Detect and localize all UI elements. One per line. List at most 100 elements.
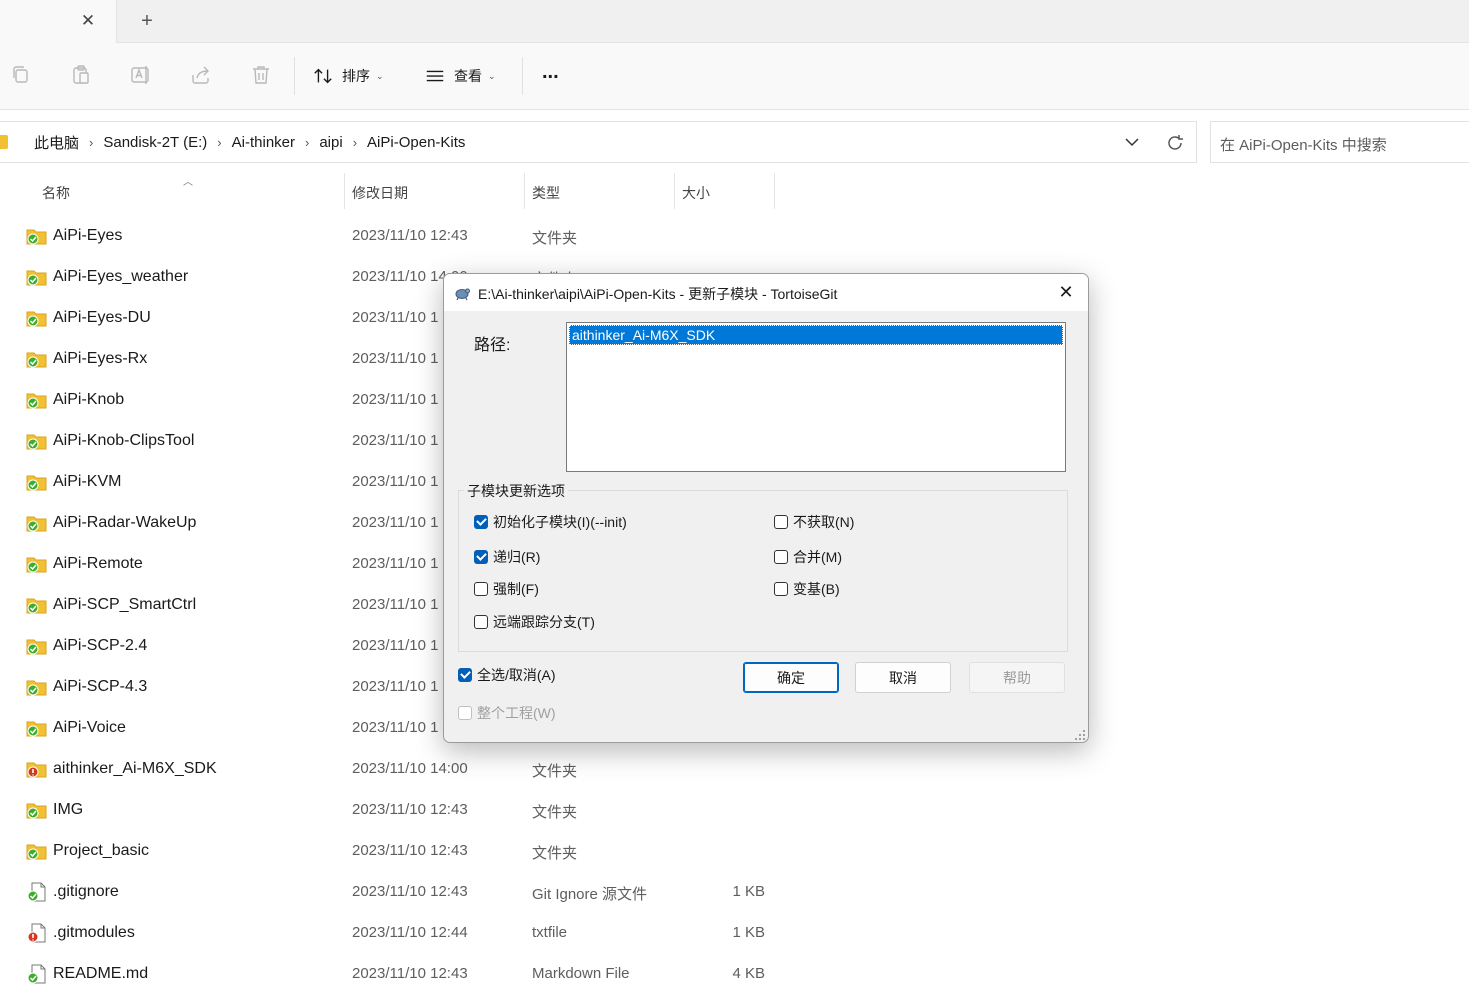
delete-icon[interactable] xyxy=(249,63,273,87)
file-row[interactable]: README.md 2023/11/10 12:43 Markdown File 4 … xyxy=(0,954,800,995)
chevron-down-icon: ⌄ xyxy=(488,70,496,81)
path-listbox[interactable]: aithinker_Ai-M6X_SDK xyxy=(566,322,1066,472)
folder-ok-icon xyxy=(26,308,48,328)
checkbox-box[interactable] xyxy=(458,706,472,720)
address-history-dropdown-icon[interactable] xyxy=(1122,132,1142,152)
whole-project-checkbox[interactable]: 整个工程(W) xyxy=(458,703,556,723)
chevron-right-icon[interactable]: › xyxy=(83,135,99,150)
more-options-button[interactable]: ... xyxy=(542,55,559,89)
file-name[interactable]: AiPi-Remote xyxy=(53,555,143,573)
sort-button[interactable]: 排序 ⌄ xyxy=(312,59,384,93)
file-name[interactable]: AiPi-Eyes_weather xyxy=(53,268,188,286)
checkbox-box[interactable] xyxy=(774,550,788,564)
checkbox-box[interactable] xyxy=(474,615,488,629)
column-divider[interactable] xyxy=(344,173,345,209)
column-divider[interactable] xyxy=(524,173,525,209)
file-name[interactable]: AiPi-Eyes-DU xyxy=(53,309,151,327)
close-tab-icon[interactable]: ✕ xyxy=(78,11,98,31)
sort-label: 排序 xyxy=(342,68,370,84)
column-divider[interactable] xyxy=(774,173,775,209)
file-name[interactable]: AiPi-Knob xyxy=(53,391,124,409)
file-date: 2023/11/10 1 xyxy=(352,309,439,326)
checkbox-box[interactable] xyxy=(474,582,488,596)
checkbox-box[interactable] xyxy=(474,515,488,529)
options-group-title: 子模块更新选项 xyxy=(464,481,568,501)
file-name[interactable]: AiPi-SCP_SmartCtrl xyxy=(53,596,196,614)
chevron-right-icon[interactable]: › xyxy=(299,135,315,150)
cancel-button[interactable]: 取消 xyxy=(855,662,951,693)
chevron-right-icon[interactable]: › xyxy=(347,135,363,150)
new-tab-icon[interactable]: + xyxy=(137,11,157,31)
close-icon[interactable]: ✕ xyxy=(1056,282,1076,302)
file-name[interactable]: aithinker_Ai-M6X_SDK xyxy=(53,760,217,778)
file-name[interactable]: AiPi-KVM xyxy=(53,473,121,491)
column-size[interactable]: 大小 xyxy=(682,183,710,203)
file-name[interactable]: README.md xyxy=(53,965,148,983)
checkbox-box[interactable] xyxy=(474,550,488,564)
column-name[interactable]: 名称 xyxy=(42,183,70,203)
ok-button[interactable]: 确定 xyxy=(743,662,839,693)
resize-grip-icon[interactable] xyxy=(1074,728,1086,740)
dialog-titlebar[interactable]: E:\Ai-thinker\aipi\AiPi-Open-Kits - 更新子模… xyxy=(444,274,1088,311)
column-type[interactable]: 类型 xyxy=(532,183,560,203)
view-button[interactable]: 查看 ⌄ xyxy=(424,59,496,93)
checkbox-box[interactable] xyxy=(774,515,788,529)
file-date: 2023/11/10 1 xyxy=(352,514,439,531)
active-tab[interactable]: ✕ xyxy=(0,0,117,43)
column-divider[interactable] xyxy=(674,173,675,209)
breadcrumb-item[interactable]: Sandisk-2T (E:) xyxy=(99,134,211,151)
file-row[interactable]: AiPi-Eyes 2023/11/10 12:43 文件夹 xyxy=(0,216,800,257)
share-icon[interactable] xyxy=(189,63,213,87)
file-row[interactable]: .gitmodules 2023/11/10 12:44 txtfile 1 KB xyxy=(0,913,800,954)
checkbox-box[interactable] xyxy=(458,668,472,682)
file-name[interactable]: IMG xyxy=(53,801,83,819)
file-row[interactable]: Project_basic 2023/11/10 12:43 文件夹 xyxy=(0,831,800,872)
file-name[interactable]: AiPi-SCP-2.4 xyxy=(53,637,147,655)
file-date: 2023/11/10 1 xyxy=(352,350,439,367)
command-bar: 排序 ⌄ 查看 ⌄ ... xyxy=(0,43,1469,110)
file-name[interactable]: AiPi-Knob-ClipsTool xyxy=(53,432,194,450)
refresh-icon[interactable] xyxy=(1164,132,1186,154)
column-date[interactable]: 修改日期 xyxy=(352,183,408,203)
breadcrumb-item[interactable]: AiPi-Open-Kits xyxy=(363,134,469,151)
copy-icon[interactable] xyxy=(9,63,33,87)
file-row[interactable]: aithinker_Ai-M6X_SDK 2023/11/10 14:00 文件夹 xyxy=(0,749,800,790)
file-name[interactable]: .gitmodules xyxy=(53,924,135,942)
file-row[interactable]: IMG 2023/11/10 12:43 文件夹 xyxy=(0,790,800,831)
file-name[interactable]: AiPi-Voice xyxy=(53,719,126,737)
address-bar[interactable]: 此电脑 › Sandisk-2T (E:) › Ai-thinker › aip… xyxy=(0,121,1197,163)
rebase-checkbox[interactable]: 变基(B) xyxy=(774,579,840,599)
file-name[interactable]: AiPi-Eyes xyxy=(53,227,122,245)
paste-icon[interactable] xyxy=(69,63,93,87)
init-checkbox[interactable]: 初始化子模块(I)(--init) xyxy=(474,512,627,532)
file-row[interactable]: .gitignore 2023/11/10 12:43 Git Ignore 源文件… xyxy=(0,872,800,913)
file-date: 2023/11/10 1 xyxy=(352,719,439,736)
chevron-down-icon: ⌄ xyxy=(376,70,384,81)
merge-checkbox[interactable]: 合并(M) xyxy=(774,547,842,567)
folder-ok-icon xyxy=(26,554,48,574)
search-input[interactable]: 在 AiPi-Open-Kits 中搜索 xyxy=(1210,121,1469,163)
path-list-item[interactable]: aithinker_Ai-M6X_SDK xyxy=(569,325,1063,345)
rename-icon[interactable] xyxy=(129,63,153,87)
remote-branch-checkbox[interactable]: 远端跟踪分支(T) xyxy=(474,612,595,632)
help-button[interactable]: 帮助 xyxy=(969,662,1065,693)
select-all-checkbox[interactable]: 全选/取消(A) xyxy=(458,665,556,685)
file-date: 2023/11/10 12:43 xyxy=(352,227,468,244)
checkbox-box[interactable] xyxy=(774,582,788,596)
file-name[interactable]: AiPi-Eyes-Rx xyxy=(53,350,147,368)
force-checkbox[interactable]: 强制(F) xyxy=(474,579,539,599)
nofetch-checkbox[interactable]: 不获取(N) xyxy=(774,512,854,532)
file-name[interactable]: Project_basic xyxy=(53,842,149,860)
recursive-checkbox[interactable]: 递归(R) xyxy=(474,547,540,567)
folder-ok-icon xyxy=(26,677,48,697)
file-name[interactable]: AiPi-SCP-4.3 xyxy=(53,678,147,696)
search-placeholder: 在 AiPi-Open-Kits 中搜索 xyxy=(1220,137,1387,154)
breadcrumb-item[interactable]: 此电脑 xyxy=(30,132,83,153)
breadcrumb-item[interactable]: Ai-thinker xyxy=(228,134,299,151)
file-name[interactable]: AiPi-Radar-WakeUp xyxy=(53,514,196,532)
file-name[interactable]: .gitignore xyxy=(53,883,119,901)
breadcrumb-item[interactable]: aipi xyxy=(315,134,346,151)
sort-icon xyxy=(314,68,332,84)
file-date: 2023/11/10 12:43 xyxy=(352,842,468,859)
chevron-right-icon[interactable]: › xyxy=(211,135,227,150)
